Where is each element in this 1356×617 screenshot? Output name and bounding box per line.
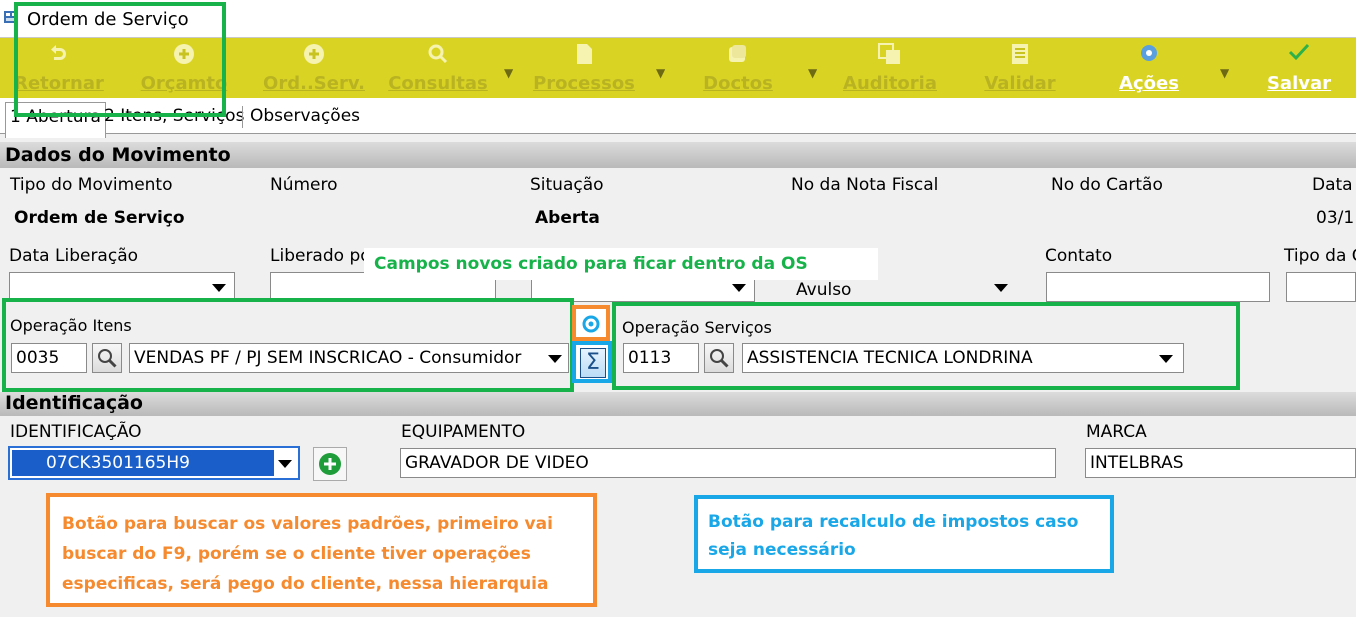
processes-button[interactable]: Processos ▼	[532, 38, 665, 98]
add-icon	[304, 44, 324, 64]
check-icon	[1288, 43, 1310, 61]
save-button[interactable]: Salvar	[1266, 38, 1332, 98]
operacao-servicos-select[interactable]: ASSISTENCIA TECNICA LONDRINA	[742, 343, 1184, 373]
operacao-servicos-search-button[interactable]	[704, 343, 734, 373]
gear-icon	[1141, 45, 1157, 61]
sigma-icon: Σ	[580, 348, 606, 378]
data-label: Data	[1312, 175, 1353, 195]
section-header-identificacao: Identificação	[0, 392, 1356, 416]
cartao-label: No do Cartão	[1051, 175, 1163, 195]
chevron-down-icon[interactable]	[278, 460, 292, 468]
identificacao-label: IDENTIFICAÇÃO	[10, 422, 142, 442]
equipamento-label: EQUIPAMENTO	[401, 422, 526, 442]
chevron-down-icon[interactable]	[732, 284, 746, 292]
operacao-itens-select[interactable]: VENDAS PF / PJ SEM INSCRICAO - Consumido…	[129, 343, 569, 373]
refresh-gear-icon	[582, 315, 600, 333]
numero-label: Número	[270, 175, 338, 195]
marca-label: MARCA	[1086, 422, 1147, 442]
audit-button[interactable]: Auditoria	[842, 38, 938, 98]
data-value: 03/1	[1316, 208, 1355, 228]
chevron-down-icon[interactable]	[994, 284, 1008, 292]
contato-field[interactable]	[1046, 272, 1270, 302]
tipo-movimento-label: Tipo do Movimento	[10, 175, 173, 195]
identificacao-select[interactable]: 07CK3501165H9	[8, 446, 300, 480]
chevron-down-icon[interactable]: ▼	[808, 66, 817, 80]
nota-fiscal-label: No da Nota Fiscal	[791, 175, 939, 195]
data-liberacao-label: Data Liberação	[9, 246, 139, 266]
operacao-servicos-group: Operação Serviços 0113 ASSISTENCIA TECNI…	[612, 302, 1240, 390]
tipo-da-field[interactable]	[1286, 272, 1356, 302]
operacao-itens-search-button[interactable]	[92, 343, 122, 373]
tab-divider	[242, 106, 243, 128]
chevron-down-icon[interactable]	[548, 355, 562, 363]
section-header-movimento: Dados do Movimento	[0, 142, 1356, 168]
add-identificacao-button[interactable]	[313, 447, 347, 481]
tipo-movimento-value: Ordem de Serviço	[14, 208, 185, 228]
default-values-button[interactable]	[572, 305, 610, 341]
operacao-itens-code-field[interactable]: 0035	[11, 343, 87, 373]
equipamento-field[interactable]: GRAVADOR DE VIDEO	[400, 448, 1056, 478]
actions-button[interactable]: Ações ▼	[1114, 38, 1229, 98]
annotation-recalc-taxes: Botão para recalculo de impostos caso se…	[694, 495, 1114, 573]
documents-icon	[729, 45, 746, 62]
chevron-down-icon[interactable]	[212, 284, 226, 292]
situacao-value: Aberta	[535, 208, 600, 228]
documents-button[interactable]: Doctos ▼	[700, 38, 817, 98]
annotation-default-values: Botão para buscar os valores padrões, pr…	[46, 493, 597, 607]
service-order-button[interactable]: Ord..Serv.	[262, 38, 366, 98]
queries-button[interactable]: Consultas ▼	[386, 38, 513, 98]
chevron-down-icon[interactable]	[1159, 355, 1173, 363]
operacao-servicos-code-field[interactable]: 0113	[623, 343, 699, 373]
plus-circle-icon	[319, 453, 341, 475]
operacao-servicos-label: Operação Serviços	[622, 318, 772, 337]
search-icon	[98, 349, 117, 368]
chevron-down-icon[interactable]: ▼	[656, 66, 665, 80]
operacao-itens-label: Operação Itens	[10, 316, 132, 335]
search-icon	[710, 349, 729, 368]
annotation-new-fields: Campos novos criado para ficar dentro da…	[364, 248, 878, 280]
audit-icon	[878, 43, 900, 64]
checklist-icon	[1012, 44, 1028, 64]
recalc-taxes-button[interactable]: Σ	[572, 341, 612, 383]
search-icon	[428, 44, 448, 64]
liberado-por-label: Liberado po	[270, 246, 371, 266]
tipo-da-label: Tipo da C	[1284, 246, 1356, 266]
chevron-down-icon[interactable]: ▼	[1220, 66, 1229, 80]
marca-field[interactable]: INTELBRAS	[1085, 448, 1356, 478]
validate-button[interactable]: Validar	[982, 38, 1058, 98]
tab-observacoes[interactable]: Observações	[246, 106, 364, 133]
operacao-itens-group: Operação Itens 0035 VENDAS PF / PJ SEM I…	[2, 298, 574, 392]
chevron-down-icon[interactable]: ▼	[504, 66, 513, 80]
situacao-label: Situação	[530, 175, 604, 195]
document-icon	[577, 44, 592, 64]
contato-label: Contato	[1045, 246, 1113, 266]
highlight-toolbar-buttons	[14, 2, 226, 117]
